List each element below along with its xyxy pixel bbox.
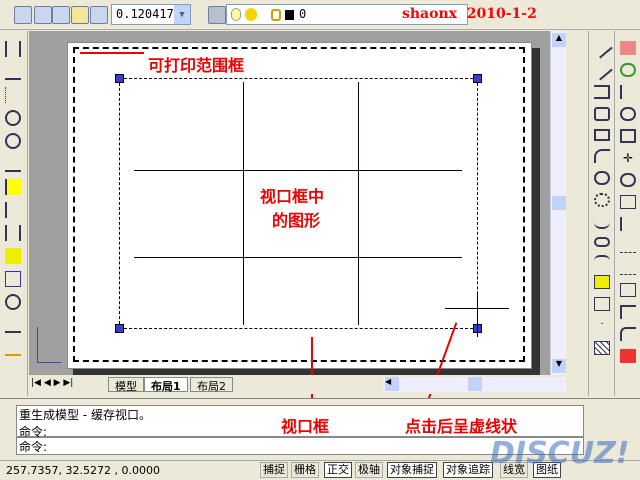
viewport-scale-select[interactable]: 0.120417 ▼ [111,4,191,25]
arc-icon[interactable] [594,149,610,163]
polyline-icon[interactable] [594,85,610,99]
lightbulb-icon [231,8,241,21]
hatch-icon[interactable] [594,341,610,355]
polar-button[interactable]: 极轴 [355,462,383,478]
tab-layout1[interactable]: 布局1 [144,377,188,393]
ellipse-arc-icon[interactable] [594,255,610,267]
convert-object-icon[interactable] [71,6,89,24]
scroll-thumb[interactable] [468,377,482,391]
insert-block-icon[interactable] [594,275,610,289]
top-toolbar: 0.120417 ▼ 0 shaonx 2010-1-2 [0,0,640,30]
clip-viewport-icon[interactable] [90,6,108,24]
sun-icon [245,8,257,21]
erase-icon[interactable] [620,41,636,55]
ordinate-icon[interactable] [5,87,21,103]
watermark: shaonx 2010-1-2 [402,6,537,22]
radius-icon[interactable] [5,110,21,126]
lock-icon [271,9,281,21]
snap-button[interactable]: 捕捉 [260,462,288,478]
viewports-icon[interactable] [14,6,32,24]
spline-icon[interactable] [594,215,610,229]
trim-icon[interactable] [620,239,636,253]
aligned-dimension-icon[interactable] [5,64,21,80]
scale-icon[interactable] [620,195,636,209]
linear-dimension-icon[interactable] [5,41,21,57]
scroll-left-icon[interactable]: ◀ [385,377,399,391]
continue-icon[interactable] [5,225,21,241]
polygon-icon[interactable] [594,107,610,121]
break-icon[interactable] [620,283,636,297]
center-mark-icon[interactable] [5,294,21,310]
polygonal-viewport-icon[interactable] [52,6,70,24]
vscroll[interactable]: ▲ ▼ [550,31,566,375]
fillet-icon[interactable] [620,327,636,341]
chamfer-icon[interactable] [620,305,636,319]
coordinates-readout: 257.7357, 32.5272 , 0.0000 [6,464,160,477]
leader-icon[interactable] [5,248,21,264]
tab-model[interactable]: 模型 [108,377,144,393]
angular-icon[interactable] [5,156,21,172]
grip[interactable] [473,74,482,83]
tab-layout2[interactable]: 布局2 [190,377,233,393]
dimension-edit-icon[interactable] [5,317,21,333]
grip[interactable] [115,324,124,333]
label-viewport-content-2: 的图形 [272,211,321,230]
diameter-icon[interactable] [5,133,21,149]
crosshair-cursor-v [477,293,478,337]
scroll-thumb[interactable] [552,196,566,210]
arrow-viewport-frame [311,337,313,407]
ellipse-icon[interactable] [594,237,610,247]
hline-2 [134,257,462,258]
explode-icon[interactable] [620,349,636,363]
first-tab-icon[interactable]: |◀ ◀ ▶ ▶| [31,378,73,388]
tolerance-icon[interactable] [5,271,21,287]
vline-2 [358,82,359,325]
mirror-icon[interactable] [620,85,636,99]
label-viewport-frame: 视口框 [281,417,330,436]
make-block-icon[interactable] [594,297,610,311]
baseline-icon[interactable] [5,202,21,218]
layers-icon[interactable] [208,6,226,24]
copy-icon[interactable] [620,63,636,77]
modify-toolbar: ✛ [614,31,640,396]
ucs-icon [37,327,61,363]
circle-icon[interactable] [594,171,610,185]
hscroll[interactable]: ◀ [383,377,566,392]
osnap-button[interactable]: 对象捕捉 [387,462,437,478]
stretch-icon[interactable] [620,217,636,231]
quick-dimension-icon[interactable] [5,179,21,195]
ortho-button[interactable]: 正交 [324,462,352,478]
draw-toolbar: · [588,31,614,396]
vline-1 [243,82,244,325]
color-swatch [285,10,294,20]
layer-select[interactable]: 0 shaonx 2010-1-2 [226,4,537,25]
label-click-dashed: 点击后呈虚线状 [405,417,518,436]
scroll-down-icon[interactable]: ▼ [552,359,566,373]
offset-icon[interactable] [620,107,636,121]
move-icon[interactable]: ✛ [620,151,636,165]
single-viewport-icon[interactable] [34,6,52,24]
rotate-icon[interactable] [620,173,636,187]
rectangle-icon[interactable] [594,129,610,141]
scroll-up-icon[interactable]: ▲ [552,33,566,47]
label-viewport-content-1: 视口框中 [260,187,325,206]
chevron-down-icon[interactable]: ▼ [174,5,190,24]
grip[interactable] [115,74,124,83]
extend-icon[interactable] [620,261,636,275]
grid-button[interactable]: 栅格 [291,462,319,478]
line-icon[interactable] [591,37,613,59]
dimension-text-edit-icon[interactable] [5,340,21,356]
arrow-printable-area [80,52,144,54]
otrack-button[interactable]: 对象追踪 [443,462,493,478]
array-icon[interactable] [620,129,636,143]
label-printable-area: 可打印范围框 [148,56,245,75]
revision-cloud-icon[interactable] [594,193,610,207]
construction-line-icon[interactable] [591,59,613,81]
hline-1 [134,170,462,171]
point-icon[interactable]: · [594,319,610,333]
discuz-logo: DISCUZ! [490,436,630,471]
dimension-toolbar [0,31,28,396]
